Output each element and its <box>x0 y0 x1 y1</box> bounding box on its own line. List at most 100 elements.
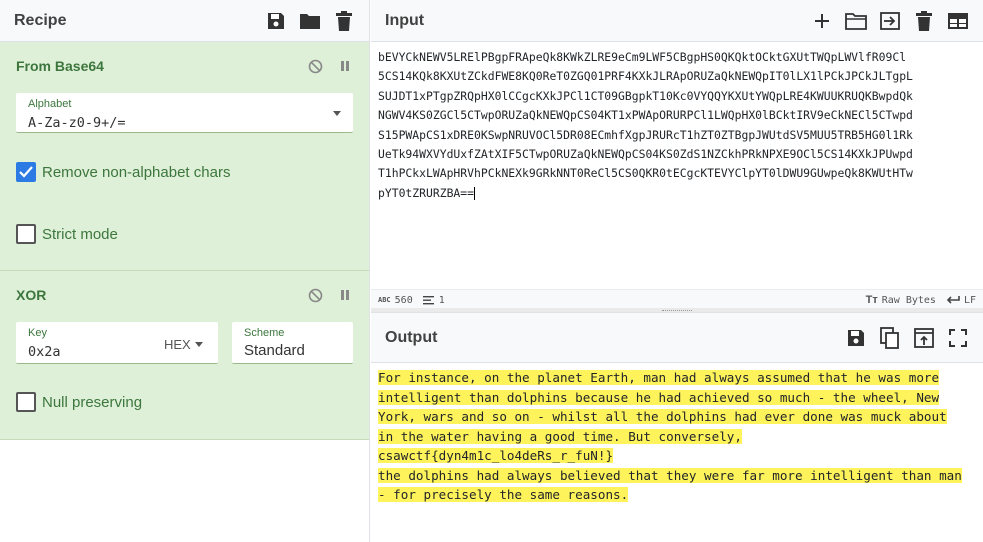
scheme-select[interactable]: Scheme Standard <box>232 322 353 364</box>
input-line: bEVYCkNEWV5LRElPBgpFRApeQk8KWkZLRE9eCm9L… <box>378 50 907 64</box>
input-title: Input <box>385 11 425 29</box>
output-line-text: - for precisely the same reasons. <box>378 487 629 502</box>
scheme-label: Scheme <box>244 327 285 339</box>
encoding-selector[interactable]: Tт Raw Bytes <box>866 294 936 306</box>
output-text[interactable]: For instance, on the planet Earth, man h… <box>378 368 983 505</box>
clear-recipe-button[interactable] <box>333 10 355 32</box>
output-line-text: in the water having a good time. But con… <box>378 428 742 444</box>
recipe-panel: Recipe From Base64 Alphabet A-Za-z0-9+/=… <box>0 0 370 542</box>
maximize-output-button[interactable] <box>947 327 969 349</box>
output-toolbar <box>845 326 969 349</box>
text-cursor <box>474 186 476 200</box>
save-icon <box>848 329 864 346</box>
output-panel: Output For instance, on the planet Earth… <box>371 312 983 542</box>
layout-icon <box>948 12 968 29</box>
null-preserving-checkbox[interactable]: Null preserving <box>16 392 142 412</box>
line-count-value: 1 <box>438 294 445 306</box>
strict-mode-checkbox[interactable]: Strict mode <box>16 224 118 244</box>
clear-input-button[interactable] <box>913 10 935 32</box>
recipe-title: Recipe <box>14 11 67 29</box>
load-recipe-button[interactable] <box>299 10 321 32</box>
output-line: For instance, on the planet Earth, man h… <box>378 368 983 388</box>
output-title: Output <box>385 328 438 346</box>
input-encoding: Tт Raw Bytes LF <box>866 294 976 306</box>
trash-icon <box>916 10 932 31</box>
xor-key-input[interactable]: Key 0x2a HEX <box>16 322 218 364</box>
text-format-icon: Tт <box>865 294 878 306</box>
copy-output-button[interactable] <box>879 326 901 349</box>
pause-operation-button[interactable] <box>337 287 353 303</box>
eol-label: LF <box>963 294 976 306</box>
output-line-text: For instance, on the planet Earth, man h… <box>378 370 940 385</box>
checkbox-unchecked-icon[interactable] <box>16 392 36 412</box>
input-line: T1hPCkxLWApHRVhPCkNEXk9GRkNNT0ReCl5CS0QK… <box>378 166 913 181</box>
open-folder-icon <box>845 12 867 30</box>
splitter-grip[interactable] <box>662 310 692 311</box>
replace-input-button[interactable] <box>913 327 935 349</box>
save-recipe-button[interactable] <box>265 10 287 32</box>
scheme-value: Standard <box>244 342 305 359</box>
chevron-down-icon <box>333 111 341 116</box>
operation-header: XOR <box>0 271 369 319</box>
return-arrow-icon <box>946 296 960 304</box>
alphabet-label: Alphabet <box>28 98 72 110</box>
operation-controls <box>307 58 353 74</box>
recipe-header: Recipe <box>0 0 369 42</box>
operation-from-base64[interactable]: From Base64 Alphabet A-Za-z0-9+/= Remove… <box>0 42 369 271</box>
encoding-label: Raw Bytes <box>881 294 936 306</box>
disable-icon <box>308 59 322 73</box>
char-count-value: 560 <box>394 294 413 306</box>
key-format-dropdown[interactable]: HEX <box>164 337 203 352</box>
pause-icon <box>341 290 349 300</box>
replace-input-icon <box>914 327 934 348</box>
output-line: York, wars and so on - whilst all the do… <box>378 407 983 427</box>
input-line: S15PWApCS1xDRE0KSwpNRUVOCl5DR08ECmhfXgpJ… <box>378 127 913 142</box>
output-line-text: csawctf{dyn4m1c_lo4deRs_r_fuN!} <box>378 448 614 463</box>
remove-non-alphabet-label: Remove non-alphabet chars <box>42 163 231 181</box>
key-value: 0x2a <box>28 344 61 360</box>
reset-layout-button[interactable] <box>947 10 969 32</box>
input-line: NGWV4KS0ZGCl5CTwpORUZaQkNEWQpCS04KT1xPWA… <box>378 108 913 123</box>
copy-icon <box>880 326 899 349</box>
add-input-button[interactable] <box>811 10 833 32</box>
alphabet-select[interactable]: Alphabet A-Za-z0-9+/= <box>16 93 353 133</box>
output-line-text: York, wars and so on - whilst all the do… <box>378 409 947 424</box>
maximize-icon <box>949 328 967 347</box>
output-line: intelligent than dolphins because he had… <box>378 388 983 408</box>
strict-mode-label: Strict mode <box>42 225 118 243</box>
disable-operation-button[interactable] <box>307 287 323 303</box>
disable-operation-button[interactable] <box>307 58 323 74</box>
save-output-button[interactable] <box>845 327 867 349</box>
open-folder-button[interactable] <box>845 10 867 32</box>
save-icon <box>268 12 284 29</box>
eol-selector[interactable]: LF <box>946 295 976 306</box>
plus-icon <box>815 13 829 28</box>
remove-non-alphabet-checkbox[interactable]: Remove non-alphabet chars <box>16 162 230 182</box>
output-header: Output <box>371 313 983 363</box>
input-line: 5CS14KQk8KXUtZCkdFWE8KQ0ReT0ZGQ01PRF4KXk… <box>378 69 913 84</box>
trash-icon <box>336 10 352 31</box>
checkbox-checked-icon[interactable] <box>16 162 36 182</box>
input-toolbar <box>811 10 969 32</box>
import-icon <box>880 11 900 30</box>
alphabet-value: A-Za-z0-9+/= <box>28 115 126 131</box>
input-panel: Input bEVYCkNEWV5LRElPBgpFRApeQk8KWkZLRE… <box>371 0 983 310</box>
input-line: SUJDT1xPTgpZRQpHX0lCCgcKXkJPCl1CT09GBgpk… <box>378 88 913 103</box>
input-line: UeTk94WXVYdUxfZAtXIF5CTwpORUZaQkNEWQpCS0… <box>378 147 913 162</box>
chevron-down-icon <box>194 342 203 347</box>
lines-icon <box>422 296 434 305</box>
operation-xor[interactable]: XOR Key 0x2a HEX Scheme Standard Null pr… <box>0 271 369 440</box>
output-line-text: the dolphins had always believed that th… <box>378 467 962 483</box>
input-textarea[interactable]: bEVYCkNEWV5LRElPBgpFRApeQk8KWkZLRE9eCm9L… <box>378 48 978 203</box>
input-header: Input <box>371 0 983 42</box>
line-count: 1 <box>422 294 445 306</box>
folder-icon <box>300 13 320 29</box>
output-line: the dolphins had always believed that th… <box>378 466 983 486</box>
output-line-text: intelligent than dolphins because he had… <box>378 389 940 405</box>
key-label: Key <box>28 327 47 339</box>
checkbox-unchecked-icon[interactable] <box>16 224 36 244</box>
open-file-button[interactable] <box>879 10 901 32</box>
input-stats: ABC 560 1 <box>378 295 445 306</box>
pause-operation-button[interactable] <box>337 58 353 74</box>
output-line: - for precisely the same reasons. <box>378 485 983 505</box>
